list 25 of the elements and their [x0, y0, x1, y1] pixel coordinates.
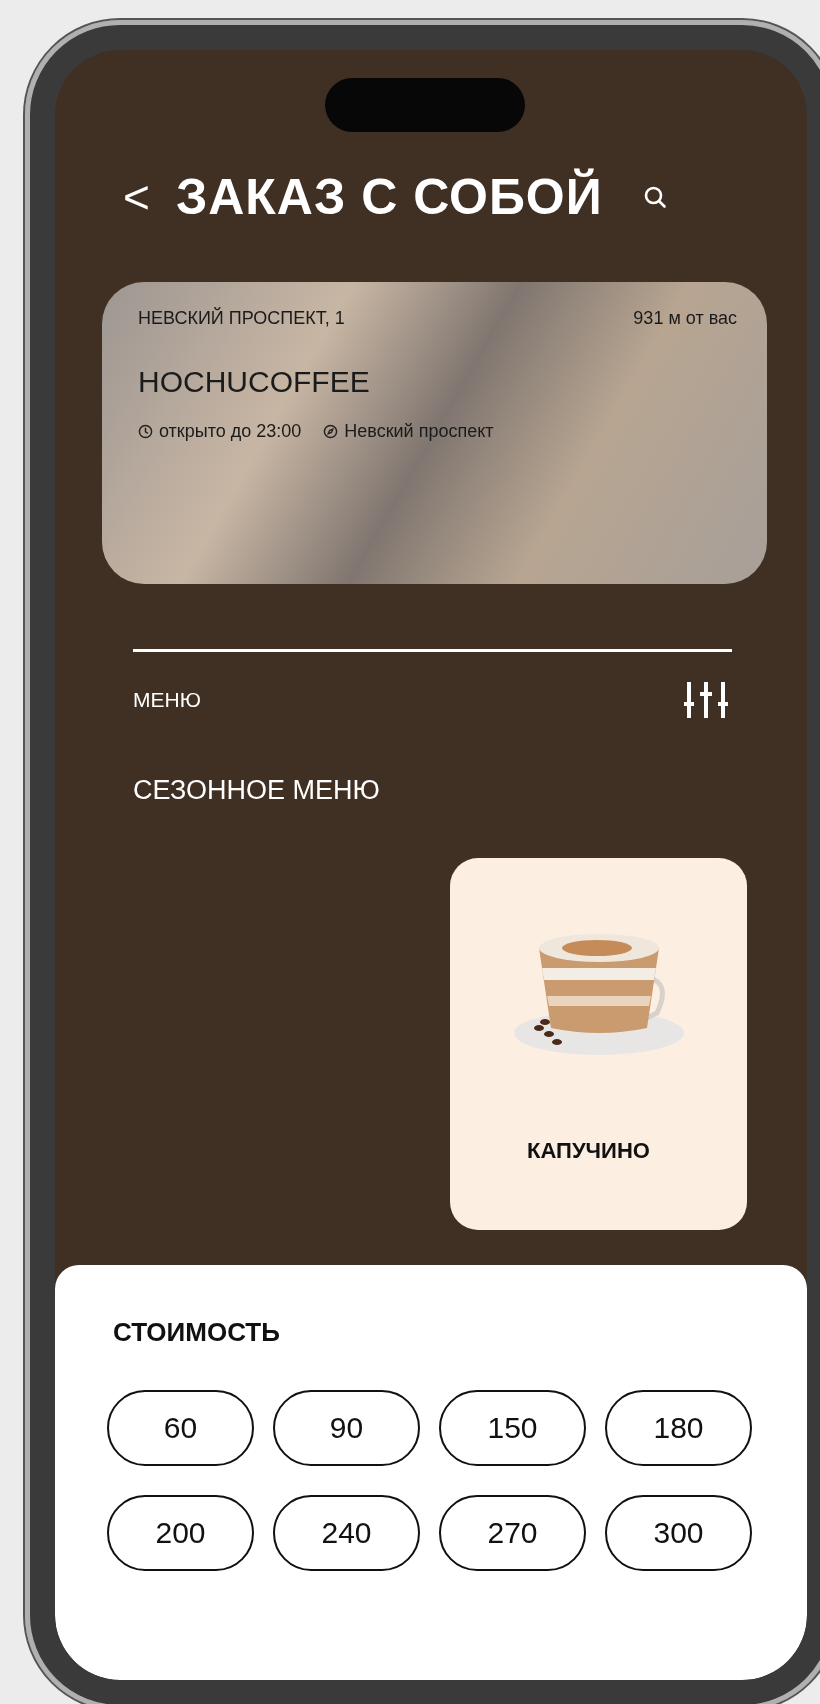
price-chip[interactable]: 60	[107, 1390, 254, 1466]
section-title: СЕЗОННОЕ МЕНЮ	[133, 775, 381, 806]
price-chip[interactable]: 300	[605, 1495, 752, 1571]
price-chip[interactable]: 270	[439, 1495, 586, 1571]
menu-label: МЕНЮ	[133, 688, 201, 712]
price-chip[interactable]: 150	[439, 1390, 586, 1466]
opening-hours: открыто до 23:00	[159, 421, 302, 442]
price-chip[interactable]: 200	[107, 1495, 254, 1571]
clock-icon	[138, 424, 153, 439]
price-chip[interactable]: 240	[273, 1495, 420, 1571]
compass-icon	[323, 424, 339, 439]
metro-station: Невский проспект	[344, 421, 494, 442]
price-chip[interactable]: 180	[605, 1390, 752, 1466]
back-button[interactable]: <	[123, 170, 150, 224]
store-address: НЕВСКИЙ ПРОСПЕКТ, 1	[138, 308, 345, 329]
store-name: HOCHUCOFFEE	[138, 365, 371, 399]
price-chip[interactable]: 90	[273, 1390, 420, 1466]
product-card[interactable]: КАПУЧИНО	[450, 858, 747, 1230]
store-card[interactable]: НЕВСКИЙ ПРОСПЕКТ, 1 931 м от вас HOCHUCOFFEE открыто до 23:00 Невский проспект	[102, 282, 767, 584]
product-name: КАПУЧИНО	[527, 1138, 650, 1164]
filter-sliders-icon[interactable]	[683, 680, 729, 720]
page-title: ЗАКАЗ С СОБОЙ	[175, 168, 603, 226]
store-distance: 931 м от вас	[633, 308, 737, 329]
price-filter-title: СТОИМОСТЬ	[113, 1317, 281, 1348]
search-icon[interactable]	[642, 185, 667, 209]
